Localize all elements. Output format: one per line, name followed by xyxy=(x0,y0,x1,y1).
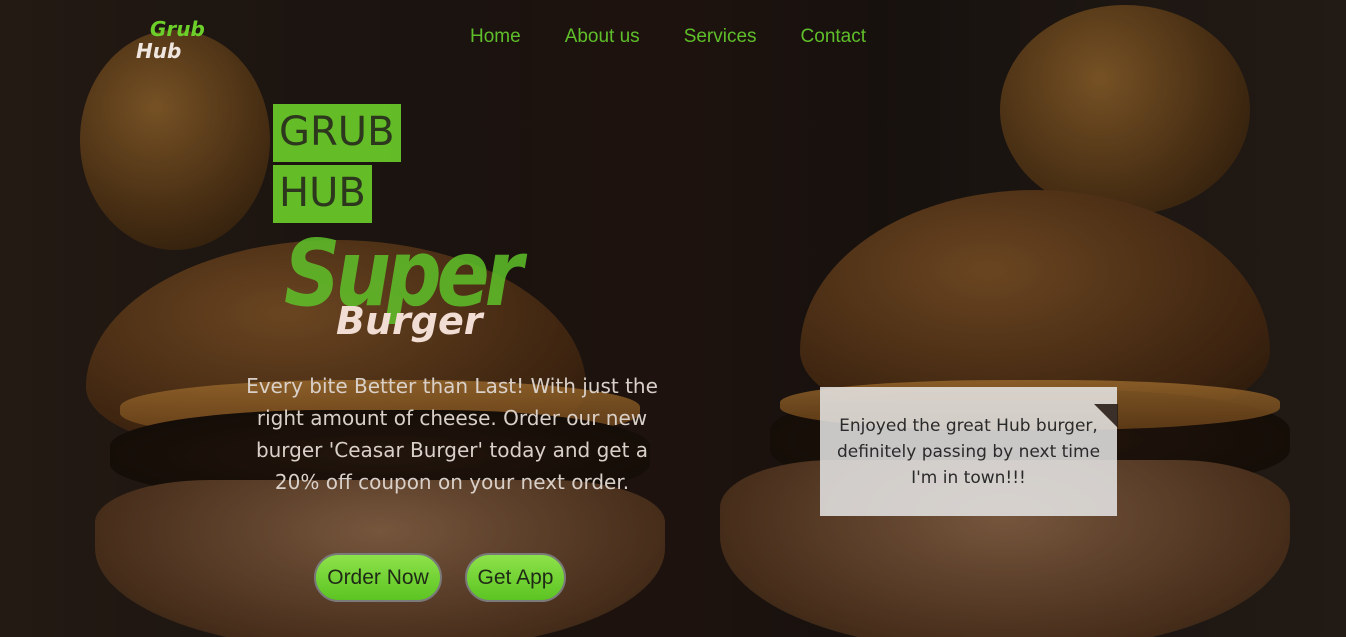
hero-title-burger: Burger xyxy=(336,299,483,343)
nav-link-home[interactable]: Home xyxy=(470,26,521,50)
logo-line2: Hub xyxy=(136,39,182,63)
logo-line1: Grub xyxy=(150,17,205,41)
hero-tag-grub: GRUB xyxy=(273,104,401,162)
background-overlay xyxy=(0,0,1346,637)
nav-link-contact[interactable]: Contact xyxy=(801,26,866,50)
nav-link-services[interactable]: Services xyxy=(684,26,757,50)
site-logo[interactable]: Grub Hub xyxy=(136,18,216,68)
get-app-button[interactable]: Get App xyxy=(465,553,566,602)
main-nav: Home About us Services Contact xyxy=(470,26,866,50)
landing-page: Grub Hub Home About us Services Contact … xyxy=(0,0,1346,637)
testimonial-text: Enjoyed the great Hub burger, definitely… xyxy=(836,416,1101,488)
testimonial-notch xyxy=(1094,404,1118,428)
hero-description: Every bite Better than Last! With just t… xyxy=(246,374,658,494)
nav-link-about[interactable]: About us xyxy=(565,26,640,50)
order-now-button[interactable]: Order Now xyxy=(314,553,442,602)
hero-tag-hub: HUB xyxy=(273,165,372,223)
testimonial-card: Enjoyed the great Hub burger, definitely… xyxy=(820,387,1118,516)
